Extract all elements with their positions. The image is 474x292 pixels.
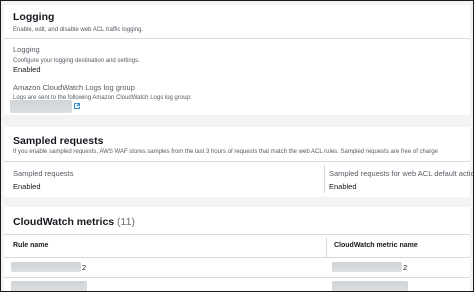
logging-field-label: Logging	[13, 45, 40, 54]
column-divider	[326, 237, 327, 257]
sampled-requests-panel: Sampled requests If you enable sampled r…	[4, 127, 473, 197]
column-divider	[324, 165, 325, 193]
rule-name-suffix: 2	[82, 263, 87, 272]
logging-panel: Logging Enable, edit, and disable web AC…	[4, 5, 470, 115]
divider	[4, 257, 470, 258]
logging-title: Logging	[13, 11, 55, 23]
sampled-title: Sampled requests	[13, 135, 104, 147]
redacted-metric-name	[332, 262, 402, 272]
redacted-rule-name	[11, 262, 81, 272]
sampled-default-action-label: Sampled requests for web ACL default act…	[329, 169, 474, 178]
external-link-icon[interactable]	[74, 103, 80, 109]
sampled-requests-value: Enabled	[13, 182, 41, 191]
logging-status: Enabled	[13, 65, 41, 74]
sampled-requests-label: Sampled requests	[13, 169, 74, 178]
column-header-rule-name[interactable]: Rule name	[13, 242, 48, 249]
redacted-log-group	[10, 100, 72, 113]
waf-web-acl-details: Logging Enable, edit, and disable web AC…	[0, 0, 474, 292]
column-header-metric-name[interactable]: CloudWatch metric name	[334, 242, 418, 249]
divider	[4, 277, 470, 278]
sampled-description: If you enable sampled requests, AWS WAF …	[13, 149, 438, 155]
redacted-rule-name	[11, 281, 87, 291]
redacted-metric-name	[332, 281, 408, 291]
divider	[4, 161, 470, 162]
divider	[4, 38, 470, 39]
metric-name-suffix: 2	[403, 263, 408, 272]
logging-description: Enable, edit, and disable web ACL traffi…	[13, 27, 144, 33]
cloudwatch-metrics-panel: CloudWatch metrics (11) Rule name CloudW…	[4, 207, 470, 291]
logging-field-help: Configure your logging destination and s…	[13, 58, 140, 64]
metrics-count: (11)	[117, 216, 135, 228]
divider	[4, 234, 470, 235]
metrics-title: CloudWatch metrics (11)	[13, 216, 135, 228]
sampled-default-action-value: Enabled	[329, 182, 357, 191]
log-group-label: Amazon CloudWatch Logs log group	[13, 83, 135, 92]
metrics-title-text: CloudWatch metrics	[13, 216, 115, 228]
